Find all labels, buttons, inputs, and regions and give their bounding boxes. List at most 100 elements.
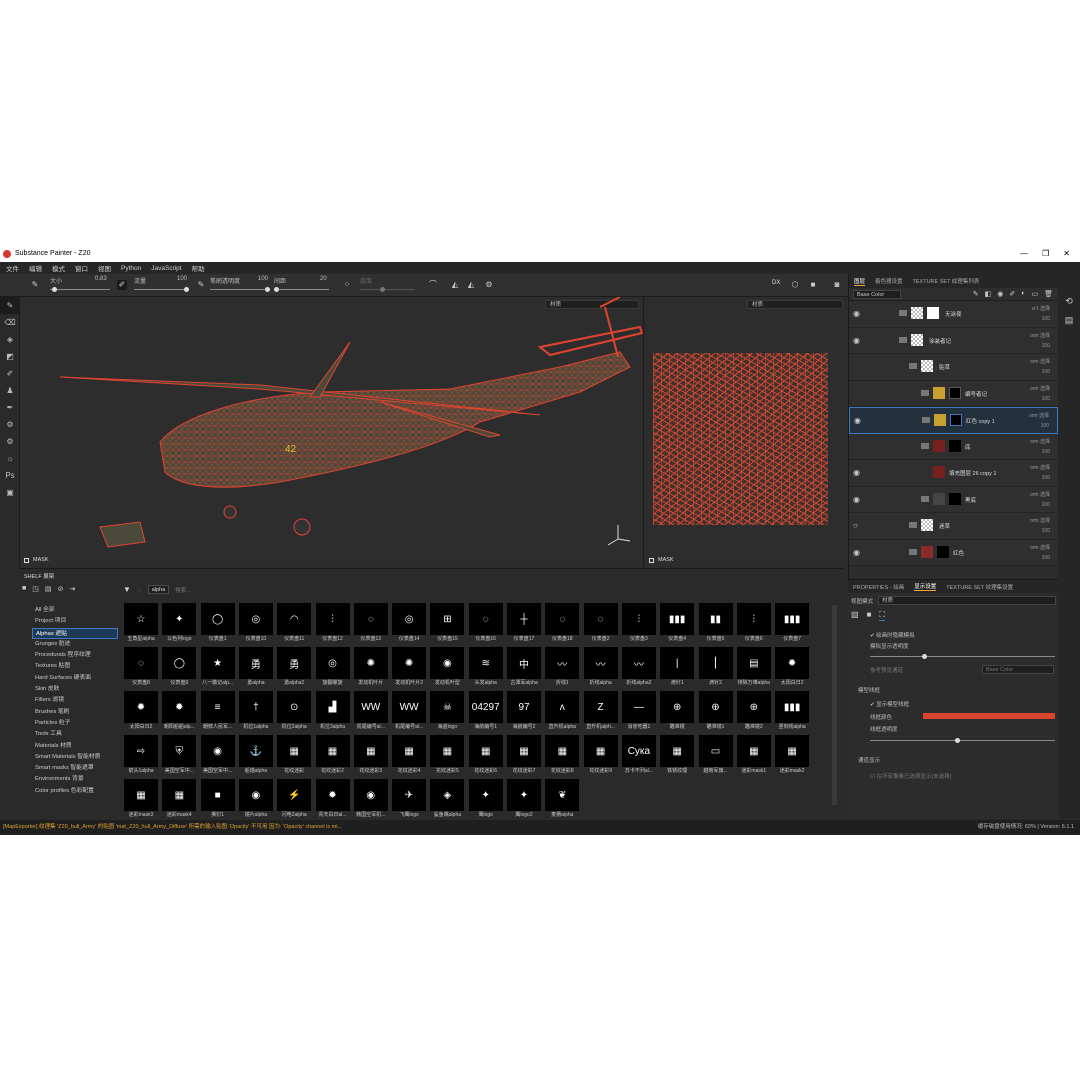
shelf-item[interactable]: ┼ 仪表盘17	[507, 603, 541, 645]
shelf-item[interactable]: 04297 海航编号1	[468, 691, 503, 733]
shelf-item[interactable]: ✦ 鹰logo	[468, 779, 503, 821]
add-mask-icon[interactable]: ◧	[985, 290, 992, 298]
menu-python[interactable]: Python	[121, 265, 141, 272]
shelf-item[interactable]: ▦ 花纹迷彩6	[468, 735, 503, 777]
shelf-item[interactable]: ▦ 铁锈纹理	[660, 735, 695, 777]
settings-icon[interactable]: ⚙	[484, 280, 494, 290]
shelf-item[interactable]: ▦ 花纹迷彩9	[583, 735, 618, 777]
layer-row[interactable]: ◉ 红色 orm 选择 100	[849, 539, 1058, 566]
shelf-item[interactable]: Z 直升机alph...	[583, 691, 618, 733]
clear-icon[interactable]: ◌	[137, 585, 142, 594]
opacity-icon[interactable]: ✎	[196, 280, 206, 290]
shelf-item[interactable]: ⊞ 仪表盘15	[430, 603, 465, 645]
add-paint-layer-icon[interactable]: ✐	[1009, 290, 1015, 298]
shelf-item[interactable]: ✺ 发动机叶片	[353, 647, 388, 689]
brush-preset-icon[interactable]: ✎	[30, 280, 40, 290]
layer-opacity[interactable]: 100	[1042, 475, 1050, 481]
folder-icon[interactable]: ■	[22, 585, 26, 593]
stroke-opacity-value[interactable]: 100	[258, 276, 268, 282]
filter-icon[interactable]: ▼	[123, 585, 131, 594]
layer-blend[interactable]: orm 选择	[1030, 385, 1050, 392]
shelf-item[interactable]: ≡ 朝鲜人民军...	[200, 691, 235, 733]
shelf-item[interactable]: 中古潭军alpha	[507, 647, 541, 689]
layer-row[interactable]: ◉ 涂装者记 orm 选择 100	[849, 327, 1058, 354]
menu-help[interactable]: 帮助	[192, 263, 205, 273]
shelf-item[interactable]: ✦ 以色列logo	[162, 603, 197, 645]
menu-javascript[interactable]: JavaScript	[151, 265, 181, 272]
shelf-item[interactable]: ◌ 仪表盘2	[583, 603, 618, 645]
eraser-tool-icon[interactable]: ⌫	[0, 314, 20, 331]
layer-blend[interactable]: orm 选择	[1030, 491, 1050, 498]
shelf-scrollbar[interactable]	[832, 605, 837, 805]
shelf-item[interactable]: ✹ 朝阳船舶alp...	[162, 691, 197, 733]
layer-opacity[interactable]: 100	[1042, 555, 1050, 561]
shelf-item[interactable]: ◎ 仪表盘10	[238, 603, 273, 645]
shelf-item[interactable]: ▦ 花纹迷彩	[277, 735, 312, 777]
shelf-category[interactable]: Smart masks 智能遮罩	[32, 763, 118, 774]
layer-opacity[interactable]: 100	[1042, 528, 1050, 534]
visibility-icon[interactable]: ◉	[853, 548, 860, 557]
shelf-item[interactable]: ❦ 麦穗alpha	[545, 779, 580, 821]
brush-icon[interactable]: ✐	[117, 280, 127, 290]
shelf-item[interactable]: ▦ 迷彩mask4	[162, 779, 197, 821]
shelf-item[interactable]: ✹ 青天白日al...	[315, 779, 350, 821]
shelf-category[interactable]: Grunges 脏迹	[32, 639, 118, 650]
shelf-item[interactable]: ★ 八一徽记alp...	[200, 647, 235, 689]
layer-opacity[interactable]: 100	[1042, 369, 1050, 375]
shelf-category[interactable]: Smart Materials 智能材质	[32, 752, 118, 763]
shelf-category[interactable]: All 全部	[32, 605, 118, 616]
menu-edit[interactable]: 编辑	[29, 263, 42, 273]
view-mode-dropdown[interactable]: 材质	[878, 596, 1056, 605]
shelf-item[interactable]: ʌ 直升机alpha	[545, 691, 580, 733]
channel-dropdown[interactable]: Base Color	[853, 289, 901, 299]
stroke-opacity-slider[interactable]	[210, 287, 270, 292]
visibility-icon[interactable]: ◉	[854, 416, 861, 425]
smudge-tool-icon[interactable]: ✐	[0, 365, 20, 382]
shelf-category[interactable]: Skin 皮肤	[32, 684, 118, 695]
status-log[interactable]: [MapExporter] 纹理集 'Z20_hull_Army' 的贴图 'm…	[3, 824, 342, 830]
shelf-item[interactable]: ◉ 镜片alpha	[238, 779, 273, 821]
shelf-item[interactable]: ☠ 海盗logo	[430, 691, 465, 733]
tab-properties[interactable]: PROPERTIES - 绘画	[853, 583, 904, 591]
iray-icon[interactable]: ☼	[0, 450, 20, 467]
layer-row[interactable]: 底 orm 选择 100	[849, 433, 1058, 460]
shelf-item[interactable]: ⊕ 瞄准镜1	[698, 691, 733, 733]
plugin-icon[interactable]: Ps	[0, 467, 20, 484]
shelf-item[interactable]: ⛨ 美国空军中...	[162, 735, 197, 777]
layer-opacity[interactable]: 100	[1042, 316, 1050, 322]
shelf-item[interactable]: ◌ 仪表盘18	[545, 603, 580, 645]
paint-tool-icon[interactable]: ✎	[0, 297, 20, 314]
hide-bg-checkbox[interactable]: ✔ 绘画时隐藏模拟	[870, 631, 915, 639]
shelf-item[interactable]: — 消雀吃器1	[621, 691, 656, 733]
shelf-item[interactable]: ▦ 迷彩mask3	[124, 779, 158, 821]
shelf-item[interactable]: ▮▮▮ 仪表盘7	[775, 603, 810, 645]
size-value[interactable]: 0.83	[95, 276, 107, 282]
shelf-category[interactable]: Hard Surfaces 硬表面	[32, 673, 118, 684]
shelf-item[interactable]: ▮▮ 仪表盘5	[698, 603, 733, 645]
shelf-item[interactable]: ◈ 鲨鱼嘴alpha	[430, 779, 465, 821]
layer-blend[interactable]: orm 选择	[1030, 544, 1050, 551]
camera-icon[interactable]: ■	[808, 280, 818, 290]
visibility-icon[interactable]: ◉	[853, 495, 860, 504]
add-layer-icon[interactable]: ◐	[1021, 290, 1025, 298]
history-icon[interactable]: ⟲	[1058, 296, 1080, 307]
shelf-item[interactable]: ≋ 头发alpha	[468, 647, 503, 689]
cube-icon[interactable]: ⬡	[790, 280, 800, 290]
shelf-item[interactable]: ▦ 迷彩mask2	[775, 735, 810, 777]
shelf-item[interactable]: ✦ 鹰logo2	[507, 779, 541, 821]
shelf-item[interactable]: ⫶ 仪表盘12	[315, 603, 350, 645]
tab-display-settings[interactable]: 显示设置	[914, 582, 937, 591]
shelf-category[interactable]: Brushes 笔刷	[32, 707, 118, 718]
visibility-icon[interactable]: ◉	[853, 336, 860, 345]
shelf-item[interactable]: ▟ 机位3alpha	[315, 691, 350, 733]
delete-layer-icon[interactable]: 🗑	[1044, 290, 1053, 298]
tab-shader[interactable]: 着色器设置	[875, 277, 903, 285]
save-icon[interactable]: ▤	[45, 585, 52, 593]
flow-slider[interactable]	[134, 287, 189, 292]
layer-opacity[interactable]: 100	[1042, 396, 1050, 402]
layer-blend[interactable]: orm 选择	[1030, 517, 1050, 524]
shelf-item[interactable]: † 机位1alpha	[238, 691, 273, 733]
polygon-fill-icon[interactable]: ◩	[0, 348, 20, 365]
screenshot-icon[interactable]: ◙	[832, 280, 842, 290]
shelf-item[interactable]: ⫶ 仪表盘3	[621, 603, 656, 645]
